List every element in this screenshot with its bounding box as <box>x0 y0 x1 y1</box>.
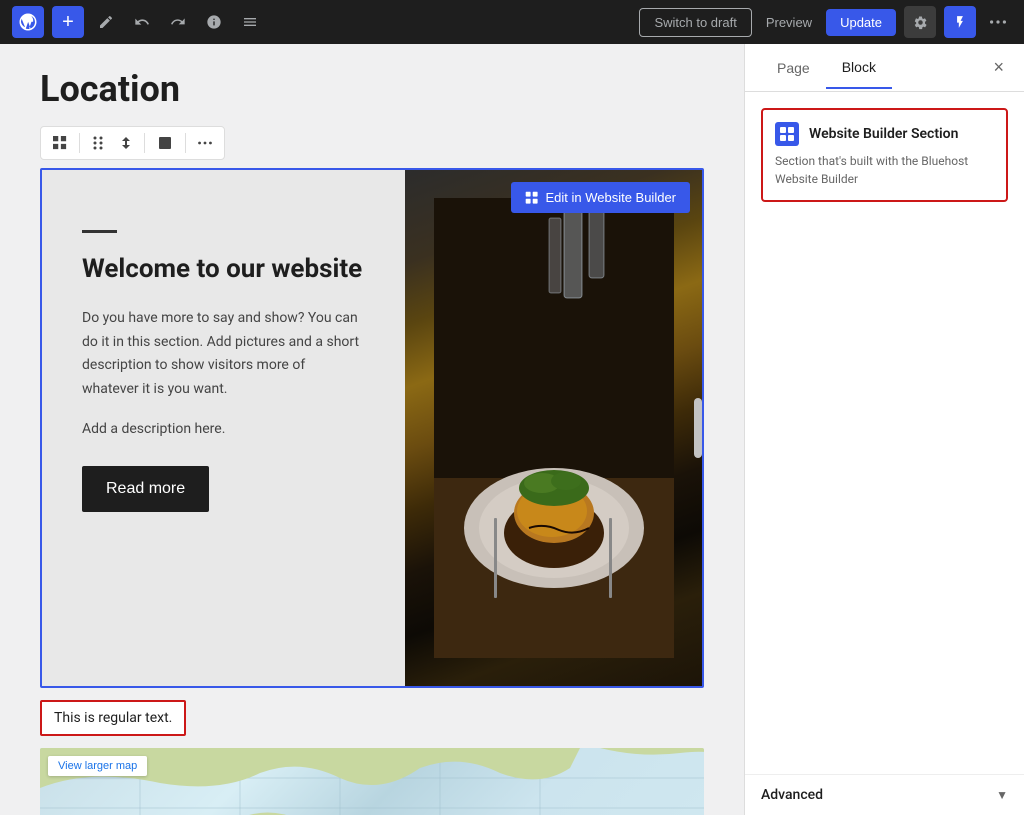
edit-in-website-builder-button[interactable]: Edit in Website Builder <box>511 182 690 213</box>
sidebar-tabs: Page Block <box>761 47 892 89</box>
wb-heading: Welcome to our website <box>82 253 365 287</box>
top-bar-left: + <box>12 6 264 38</box>
grid-dot-2 <box>788 127 794 133</box>
advanced-label: Advanced <box>761 787 823 803</box>
main-layout: Location <box>0 44 1024 815</box>
block-icon <box>775 122 799 146</box>
sidebar-content: Website Builder Section Section that's b… <box>745 92 1024 774</box>
grid-dot-1 <box>780 127 786 133</box>
regular-text-block: This is regular text. <box>40 700 186 736</box>
sidebar: Page Block × Website Builde <box>744 44 1024 815</box>
block-toolbar <box>40 126 225 160</box>
tab-block[interactable]: Block <box>826 47 892 89</box>
tools-button[interactable] <box>92 8 120 36</box>
wb-content-area: Welcome to our website Do you have more … <box>42 170 405 686</box>
sidebar-header: Page Block × <box>745 44 1024 92</box>
more-options-button[interactable] <box>984 14 1012 30</box>
sidebar-close-button[interactable]: × <box>989 53 1008 82</box>
grid-dot-3 <box>780 135 786 141</box>
view-larger-map-button[interactable]: View larger map <box>48 756 147 776</box>
undo-button[interactable] <box>128 8 156 36</box>
scroll-indicator <box>694 398 702 458</box>
read-more-button[interactable]: Read more <box>82 466 209 512</box>
drag-handle-button[interactable] <box>86 132 110 154</box>
update-button[interactable]: Update <box>826 9 896 36</box>
editor-area[interactable]: Location <box>0 44 744 815</box>
website-builder-block: Edit in Website Builder Welcome to our w… <box>40 168 704 688</box>
block-panel: Website Builder Section Section that's b… <box>761 108 1008 202</box>
transform-button[interactable] <box>151 131 179 155</box>
wp-logo-icon[interactable] <box>12 6 44 38</box>
top-bar: + Switch to draft Preview Update <box>0 0 1024 44</box>
lightning-button[interactable] <box>944 6 976 38</box>
more-block-options-button[interactable] <box>192 137 218 149</box>
move-up-down-button[interactable] <box>114 132 138 154</box>
block-panel-header: Website Builder Section <box>775 122 994 146</box>
wb-body-text: Do you have more to say and show? You ca… <box>82 307 365 402</box>
wb-divider <box>82 230 117 233</box>
page-title: Location <box>40 68 704 110</box>
map-block: View larger map <box>40 748 704 815</box>
redo-button[interactable] <box>164 8 192 36</box>
advanced-section[interactable]: Advanced ▼ <box>745 774 1024 815</box>
block-panel-desc-line1: Section that's built with the Bluehost <box>775 152 994 170</box>
food-image <box>405 170 702 686</box>
regular-text: This is regular text. <box>54 710 172 726</box>
block-panel-desc-line2: Website Builder <box>775 170 994 188</box>
add-block-button[interactable]: + <box>52 6 84 38</box>
chevron-down-icon: ▼ <box>996 788 1008 802</box>
preview-button[interactable]: Preview <box>760 9 818 36</box>
settings-button[interactable] <box>904 6 936 38</box>
block-icon-grid <box>780 127 794 141</box>
block-panel-title: Website Builder Section <box>809 126 958 142</box>
tab-page[interactable]: Page <box>761 47 826 89</box>
info-button[interactable] <box>200 8 228 36</box>
wb-image-area <box>405 170 702 686</box>
food-svg <box>434 198 674 658</box>
grid-view-button[interactable] <box>47 132 73 154</box>
grid-dot-4 <box>788 135 794 141</box>
menu-button[interactable] <box>236 8 264 36</box>
top-bar-right: Switch to draft Preview Update <box>639 6 1012 38</box>
wb-body2-text: Add a description here. <box>82 418 365 442</box>
switch-draft-button[interactable]: Switch to draft <box>639 8 751 37</box>
